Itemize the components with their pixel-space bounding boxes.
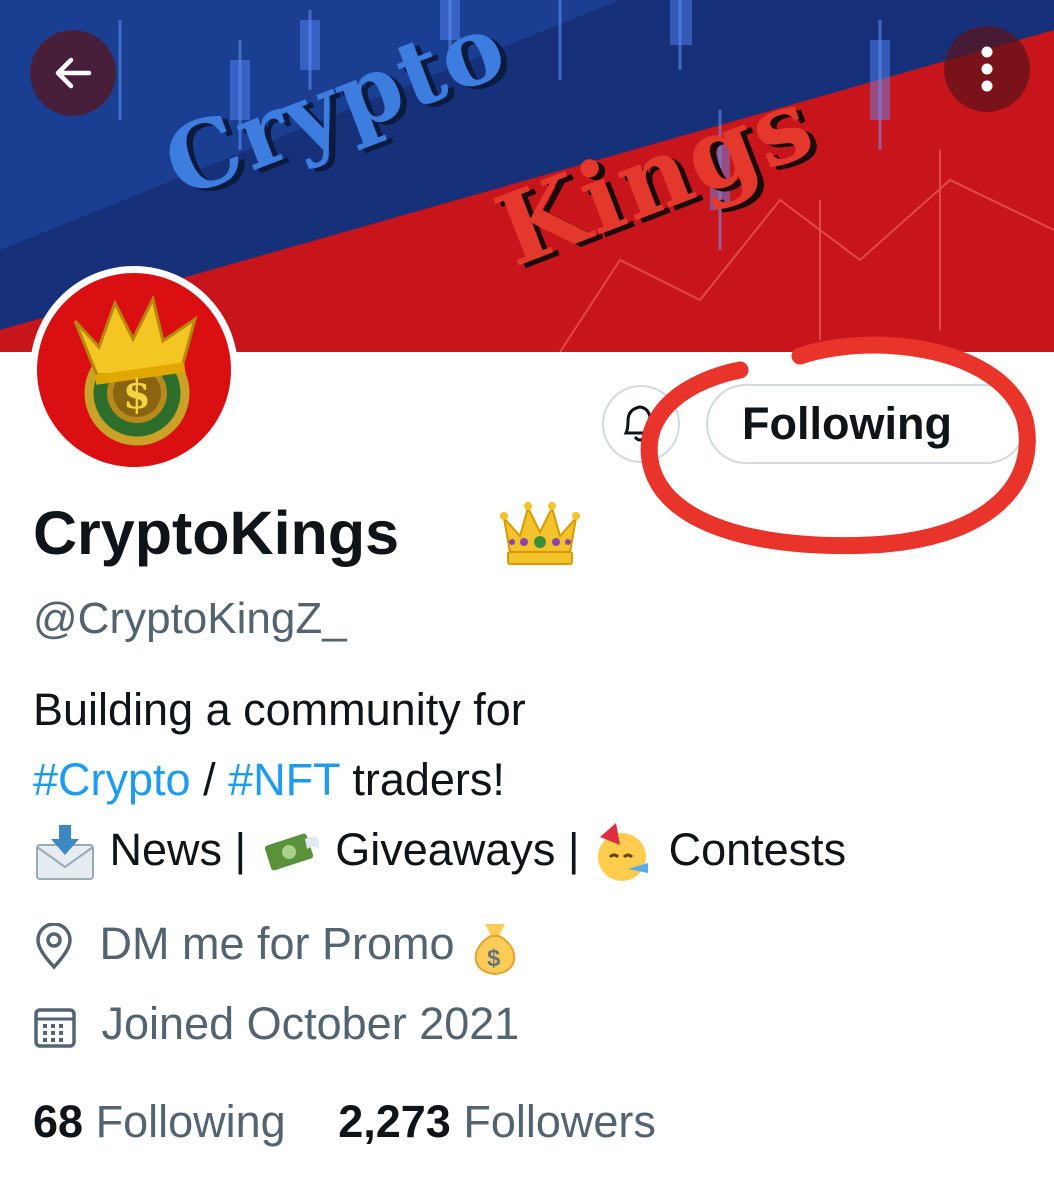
follow-stats: 68 Following 2,273 Followers <box>33 1094 696 1150</box>
following-count: 68 <box>33 1096 84 1147</box>
calendar-icon <box>34 1008 76 1048</box>
bio-line-2: #Crypto / #NFT traders! <box>33 752 505 808</box>
bio-item-giveaways: Giveaways | <box>335 824 580 875</box>
joined-date: Joined October 2021 <box>101 998 520 1049</box>
bio-item-news: News | <box>109 824 247 875</box>
money-wings-icon <box>264 833 319 871</box>
user-handle: @CryptoKingZ_ <box>33 594 347 643</box>
location-pin-icon <box>36 923 72 970</box>
profile-avatar[interactable]: $ <box>30 266 238 474</box>
location-row: DM me for Promo $ <box>33 916 523 976</box>
following-label: Following <box>95 1096 286 1147</box>
followers-count-link[interactable]: 2,273 Followers <box>338 1096 656 1147</box>
bio-line-3: News | Giveaways | Contests <box>33 822 846 883</box>
following-button[interactable]: Following <box>706 384 1026 464</box>
followers-label: Followers <box>463 1096 656 1147</box>
bio-text: Building a community for <box>33 684 526 735</box>
bio-separator: / <box>203 754 216 805</box>
location-text: DM me for Promo <box>99 918 455 969</box>
crown-coin-avatar <box>73 294 198 446</box>
more-vertical-icon <box>981 46 993 92</box>
hashtag-nft-link[interactable]: #NFT <box>228 754 340 805</box>
bell-icon <box>623 405 659 442</box>
following-count-link[interactable]: 68 Following <box>33 1096 298 1147</box>
notifications-button[interactable] <box>602 385 680 463</box>
display-name: CryptoKings <box>33 499 399 567</box>
arrow-left-icon <box>55 57 92 89</box>
joined-row: Joined October 2021 <box>33 996 519 1052</box>
back-button[interactable] <box>30 30 116 116</box>
more-options-button[interactable] <box>944 26 1030 112</box>
following-button-label: Following <box>742 398 952 449</box>
svg-text:$: $ <box>487 945 501 972</box>
bio-item-contests: Contests <box>668 824 847 875</box>
avatar-image: $ <box>37 273 231 467</box>
party-face-icon <box>598 823 649 882</box>
hashtag-crypto-link[interactable]: #Crypto <box>33 754 191 805</box>
followers-count: 2,273 <box>338 1096 451 1147</box>
crown-emoji-icon <box>498 500 582 577</box>
avatar-dollar-sign: $ <box>123 371 151 418</box>
envelope-arrow-icon <box>36 825 94 881</box>
bio-text-traders: traders! <box>352 754 505 805</box>
money-bag-icon: $ <box>474 924 516 976</box>
bio-line-1: Building a community for <box>33 682 526 738</box>
